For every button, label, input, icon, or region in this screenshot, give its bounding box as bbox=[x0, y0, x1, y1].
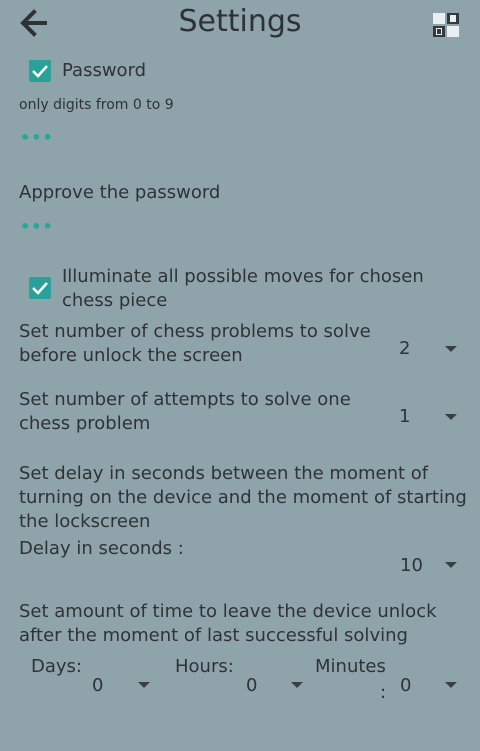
days-select-value: 0 bbox=[92, 675, 104, 696]
page-title: Settings bbox=[178, 4, 302, 39]
attempts-label-line2: chess problem bbox=[19, 413, 151, 434]
unlock-label-line2: after the moment of last successful solv… bbox=[19, 625, 408, 646]
problems-label-line2: before unlock the screen bbox=[19, 345, 243, 366]
caret-down-icon bbox=[445, 414, 457, 420]
delay-label-line3: the lockscreen bbox=[19, 511, 151, 532]
caret-down-icon bbox=[291, 682, 303, 688]
password-checkbox-label: Password bbox=[62, 60, 147, 81]
caret-down-icon bbox=[445, 346, 457, 352]
password-input[interactable]: ••• bbox=[20, 128, 460, 150]
days-select[interactable]: 0 bbox=[80, 672, 160, 700]
check-icon bbox=[32, 282, 48, 295]
illuminate-label-line2: chess piece bbox=[62, 290, 168, 311]
approve-password-label: Approve the password bbox=[19, 182, 221, 203]
caret-down-icon bbox=[445, 562, 457, 568]
delay-label-line2: turning on the device and the moment of … bbox=[19, 487, 467, 508]
password-checkbox[interactable] bbox=[29, 60, 51, 82]
delay-sub-label: Delay in seconds : bbox=[19, 538, 184, 559]
attempts-select-value: 1 bbox=[399, 406, 411, 427]
delay-label-line1: Set delay in seconds between the moment … bbox=[19, 463, 429, 484]
minutes-colon: : bbox=[380, 682, 387, 703]
problems-select-value: 2 bbox=[399, 338, 411, 359]
app-icon[interactable] bbox=[432, 12, 460, 38]
hours-select-value: 0 bbox=[246, 675, 258, 696]
minutes-label: Minutes bbox=[315, 656, 386, 677]
minutes-select[interactable]: 0 bbox=[388, 672, 468, 700]
password-hint: only digits from 0 to 9 bbox=[19, 97, 174, 113]
attempts-label-line1: Set number of attempts to solve one bbox=[19, 389, 351, 410]
delay-select-value: 10 bbox=[400, 555, 423, 576]
illuminate-checkbox[interactable] bbox=[29, 277, 51, 299]
problems-select[interactable]: 2 bbox=[384, 336, 468, 364]
delay-select[interactable]: 10 bbox=[384, 552, 468, 580]
check-icon bbox=[32, 65, 48, 78]
minutes-select-value: 0 bbox=[400, 675, 412, 696]
unlock-label-line1: Set amount of time to leave the device u… bbox=[19, 601, 437, 622]
attempts-select[interactable]: 1 bbox=[384, 404, 468, 432]
days-label: Days: bbox=[31, 656, 82, 677]
caret-down-icon bbox=[445, 682, 457, 688]
illuminate-label-line1: Illuminate all possible moves for chosen bbox=[62, 266, 424, 287]
hours-label: Hours: bbox=[175, 656, 234, 677]
hours-select[interactable]: 0 bbox=[232, 672, 312, 700]
caret-down-icon bbox=[138, 682, 150, 688]
problems-label-line1: Set number of chess problems to solve bbox=[19, 321, 371, 342]
approve-password-input[interactable]: ••• bbox=[20, 217, 460, 239]
